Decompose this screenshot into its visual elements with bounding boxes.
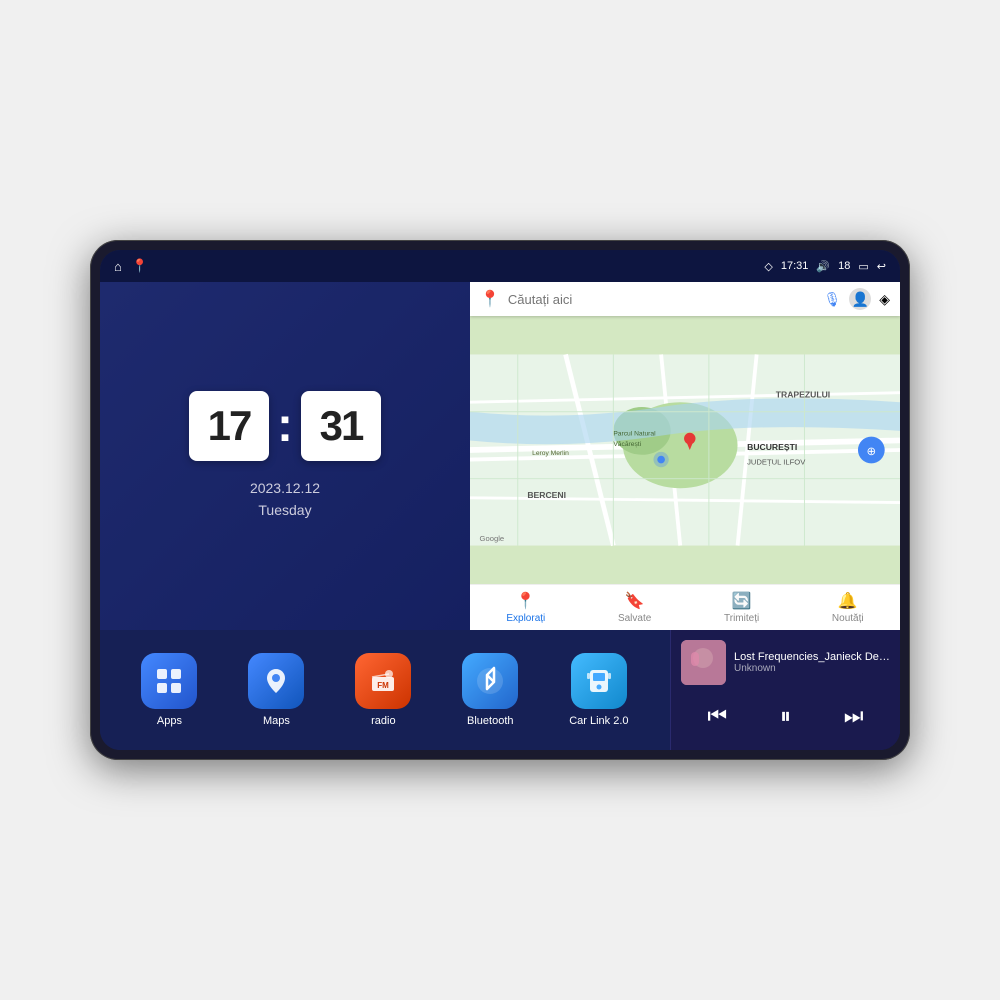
gps-icon: ◇ <box>764 260 772 273</box>
top-section: 17 : 31 2023.12.12 Tuesday 📍 🎙 <box>100 282 900 630</box>
carlink-icon-img <box>571 653 627 709</box>
svg-text:Parcul Natural: Parcul Natural <box>613 431 656 438</box>
back-icon[interactable]: ↩ <box>877 260 886 273</box>
news-label: Noutăți <box>832 613 864 624</box>
app-icon-radio[interactable]: FM radio <box>355 653 411 727</box>
clock-panel: 17 : 31 2023.12.12 Tuesday <box>100 282 470 630</box>
music-title: Lost Frequencies_Janieck Devy-... <box>734 651 890 663</box>
music-thumbnail <box>681 640 726 685</box>
clock-minutes: 31 <box>301 391 381 461</box>
map-panel: 📍 🎙 👤 ◈ <box>470 282 900 630</box>
map-nav-send[interactable]: 🔄 Trimiteți <box>724 591 759 624</box>
map-nav-explore[interactable]: 📍 Explorați <box>506 591 545 624</box>
apps-label: Apps <box>157 715 182 727</box>
svg-text:BUCUREȘTI: BUCUREȘTI <box>747 442 797 452</box>
clock-display: 17 : 31 <box>189 391 381 461</box>
car-display-device: ⌂ 📍 ◇ 17:31 🔊 18 ▭ ↩ 17 : 31 <box>90 240 910 760</box>
svg-text:⊕: ⊕ <box>867 446 877 458</box>
app-icon-apps[interactable]: Apps <box>141 653 197 727</box>
music-controls: ⏮ ⏸ ⏭ <box>681 695 890 737</box>
device-screen: ⌂ 📍 ◇ 17:31 🔊 18 ▭ ↩ 17 : 31 <box>100 250 900 750</box>
battery-icon: ▭ <box>858 260 868 273</box>
app-icon-bluetooth[interactable]: Bluetooth <box>462 653 518 727</box>
apps-icon-img <box>141 653 197 709</box>
status-bar: ⌂ 📍 ◇ 17:31 🔊 18 ▭ ↩ <box>100 250 900 282</box>
map-pin-small-icon: 📍 <box>480 289 500 309</box>
music-info: Lost Frequencies_Janieck Devy-... Unknow… <box>681 640 890 685</box>
account-icon[interactable]: 👤 <box>849 288 871 310</box>
music-panel: Lost Frequencies_Janieck Devy-... Unknow… <box>670 630 900 750</box>
saved-label: Salvate <box>618 613 651 624</box>
app-icon-carlink[interactable]: Car Link 2.0 <box>569 653 628 727</box>
explore-label: Explorați <box>506 613 545 624</box>
news-icon: 🔔 <box>838 591 858 611</box>
map-nav-news[interactable]: 🔔 Noutăți <box>832 591 864 624</box>
music-prev-button[interactable]: ⏮ <box>703 699 731 733</box>
map-area[interactable]: TRAPEZULUI BUCUREȘTI JUDEȚUL ILFOV BERCE… <box>470 316 900 584</box>
mic-icon[interactable]: 🎙 <box>823 291 841 308</box>
maps-status-icon[interactable]: 📍 <box>132 258 148 274</box>
volume-level: 18 <box>838 260 850 272</box>
map-bottom-nav: 📍 Explorați 🔖 Salvate 🔄 Trimiteți � <box>470 584 900 630</box>
explore-icon: 📍 <box>516 591 536 611</box>
maps-label: Maps <box>263 715 290 727</box>
svg-text:TRAPEZULUI: TRAPEZULUI <box>776 389 830 399</box>
main-content: 17 : 31 2023.12.12 Tuesday 📍 🎙 <box>100 282 900 750</box>
radio-label: radio <box>371 715 395 727</box>
carlink-label: Car Link 2.0 <box>569 715 628 727</box>
send-icon: 🔄 <box>732 591 752 611</box>
clock-date: 2023.12.12 Tuesday <box>250 477 320 522</box>
saved-icon: 🔖 <box>625 591 645 611</box>
music-text: Lost Frequencies_Janieck Devy-... Unknow… <box>734 651 890 674</box>
radio-icon-img: FM <box>355 653 411 709</box>
send-label: Trimiteți <box>724 613 759 624</box>
clock-hours: 17 <box>189 391 269 461</box>
bluetooth-icon-img <box>462 653 518 709</box>
home-icon[interactable]: ⌂ <box>114 259 122 274</box>
layers-icon[interactable]: ◈ <box>879 291 890 308</box>
svg-text:Leroy Merlin: Leroy Merlin <box>532 450 569 457</box>
svg-text:Google: Google <box>480 534 505 543</box>
app-icon-maps[interactable]: Maps <box>248 653 304 727</box>
volume-icon: 🔊 <box>816 260 830 273</box>
maps-icon-img <box>248 653 304 709</box>
bottom-section: Apps Maps <box>100 630 900 750</box>
map-search-input[interactable] <box>508 292 816 307</box>
apps-panel: Apps Maps <box>100 630 670 750</box>
music-artist: Unknown <box>734 663 890 674</box>
status-left-icons: ⌂ 📍 <box>114 258 148 274</box>
map-nav-saved[interactable]: 🔖 Salvate <box>618 591 651 624</box>
status-time: 17:31 <box>781 260 809 272</box>
music-play-pause-button[interactable]: ⏸ <box>776 699 795 733</box>
svg-text:Văcărești: Văcărești <box>613 441 641 448</box>
svg-text:BERCENI: BERCENI <box>527 490 566 500</box>
status-right-info: ◇ 17:31 🔊 18 ▭ ↩ <box>764 260 886 273</box>
svg-text:JUDEȚUL ILFOV: JUDEȚUL ILFOV <box>747 457 806 466</box>
clock-separator: : <box>277 391 293 461</box>
svg-text:FM: FM <box>378 681 390 690</box>
map-search-bar: 📍 🎙 👤 ◈ <box>470 282 900 316</box>
music-next-button[interactable]: ⏭ <box>840 699 868 733</box>
bluetooth-label: Bluetooth <box>467 715 513 727</box>
